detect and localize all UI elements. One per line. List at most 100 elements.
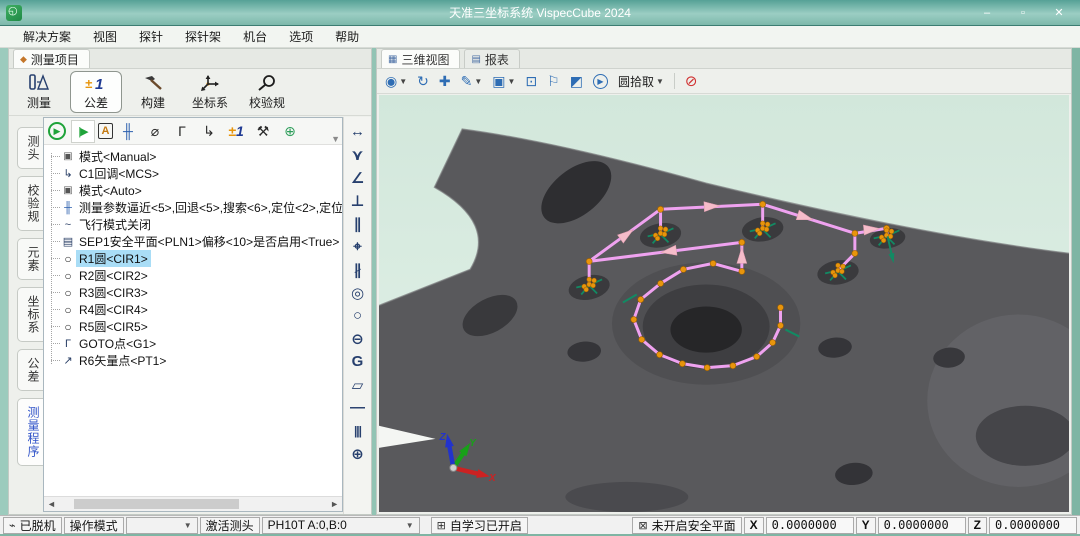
circle-icon: ○ (60, 252, 76, 266)
tree-toolbar-coordinate-button[interactable]: ↳ (197, 120, 221, 143)
tree-item-8[interactable]: ○R2圆<CIR2> (44, 267, 342, 284)
window-title: 天准三坐标系统 VispecCube 2024 (0, 4, 1080, 21)
gdt-flatness-button[interactable]: ▱ (346, 373, 370, 396)
measure-point (679, 361, 685, 367)
tree-item-9[interactable]: ○R3圆<CIR3> (44, 284, 342, 301)
menu-item-7[interactable]: 帮助 (324, 26, 370, 47)
view3d-toolbar: ◉▼ ↻ ✚ ✎▼ ▣▼ ⊡ ⚐ ◩ ▶ 圆拾取▼ ⊘ (377, 69, 1071, 94)
tree-toolbar-label-mode-button[interactable]: A (98, 123, 113, 139)
gdt-position-button[interactable]: ⌖ (346, 235, 370, 258)
tree-item-label: GOTO点<G1> (76, 335, 159, 352)
gdt-concentricity-button[interactable]: ◎ (346, 281, 370, 304)
tree-toolbar-measure-button[interactable]: ⌀ (143, 120, 167, 143)
op-mode-select[interactable]: ▼ (126, 517, 198, 534)
offline-status: ⌁ 已脱机 (3, 517, 62, 534)
menu-item-3[interactable]: 探针 (128, 26, 174, 47)
scroll-right-icon[interactable]: ► (330, 499, 339, 509)
ribbon-tolerance-button[interactable]: ±1公差 (70, 71, 122, 113)
ribbon-measure-button[interactable]: 测量 (13, 71, 65, 113)
gdt-inclination-button[interactable]: ∦ (346, 258, 370, 281)
minimize-button[interactable]: – (980, 7, 994, 19)
menu-item-4[interactable]: 探针架 (174, 26, 232, 47)
tree-toolbar-goto-button[interactable]: Γ (170, 120, 194, 143)
gdt-distance-button[interactable]: ↔ (346, 120, 370, 143)
tab-report[interactable]: ▤报表 (464, 49, 519, 68)
toolbar-overflow-button[interactable]: ▼ (331, 134, 340, 144)
menu-bar: 解决方案视图探针探针架机台选项帮助 (0, 26, 1080, 48)
menu-item-1[interactable]: 解决方案 (12, 26, 82, 47)
sidebar-tab-element[interactable]: 元素 (17, 238, 43, 280)
gdt-angularity-button[interactable]: ⋎ (346, 143, 370, 166)
gdt-symmetry-button[interactable]: ⊖ (346, 327, 370, 350)
tree-item-4[interactable]: ╫测量参数逼近<5>,回退<5>,搜索<6>,定位<2>,定位加<2>,测量..… (44, 199, 342, 216)
tree-toolbar-construct-button[interactable]: ⚒ (251, 120, 275, 143)
menu-item-5[interactable]: 机台 (232, 26, 278, 47)
tree-item-11[interactable]: ○R5圆<CIR5> (44, 318, 342, 335)
tree-toolbar-tolerance-button[interactable]: ±1 (224, 120, 248, 143)
tree-item-3[interactable]: ▣模式<Auto> (44, 182, 342, 199)
tree-toolbar-measure-params-button[interactable]: ╫ (116, 120, 140, 143)
horizontal-scrollbar[interactable]: ◄ ► (44, 496, 342, 511)
close-button[interactable]: ✕ (1052, 6, 1066, 19)
view-auto-run-button[interactable]: ▶ (593, 74, 608, 89)
gdt-cylindricity-button[interactable]: G (346, 350, 370, 373)
tree-item-6[interactable]: ▤SEP1安全平面<PLN1>偏移<10>是否启用<True> (44, 233, 342, 250)
tree-toolbar-run-button[interactable]: ▶ (48, 122, 66, 140)
tab-measure-project[interactable]: ◆ 测量项目 (13, 49, 90, 68)
gdt-straightness-button[interactable]: — (346, 396, 370, 419)
sidebar-tab-gauge[interactable]: 校验规 (17, 176, 43, 231)
active-probe-select[interactable]: PH10T A:0,B:0 ▼ (262, 517, 420, 534)
sidebar-tab-program[interactable]: 测量程序 (17, 398, 43, 466)
tree-branch-line (51, 241, 60, 242)
mode-icon: ▣ (60, 151, 76, 162)
gdt-total-runout-button[interactable]: ⊕ (346, 442, 370, 465)
view-circle-pick-button[interactable]: 圆拾取▼ (618, 73, 664, 90)
view-rotate-button[interactable]: ↻ (417, 73, 429, 90)
tree-item-2[interactable]: ↳C1回调<MCS> (44, 165, 342, 182)
gdt-profile-button[interactable]: ||| (346, 419, 370, 442)
ribbon-coordinate-label: 坐标系 (192, 94, 228, 111)
menu-item-6[interactable]: 选项 (278, 26, 324, 47)
viewport-3d[interactable]: XYZ (379, 95, 1069, 512)
pan-icon: ✚ (439, 73, 451, 90)
gdt-roundness-button[interactable]: ○ (346, 304, 370, 327)
measure-point (657, 352, 663, 358)
view-pan-button[interactable]: ✚ (439, 73, 451, 90)
tree-item-7[interactable]: ○R1圆<CIR1> (44, 250, 342, 267)
ribbon-coordinate-button[interactable]: 坐标系 (184, 71, 236, 113)
scene-3d: XYZ (379, 95, 1069, 512)
view-zoom-fit-button[interactable]: ⊡ (525, 73, 537, 90)
ribbon-construct-button[interactable]: 构建 (127, 71, 179, 113)
tree-item-5[interactable]: ~飞行模式关闭 (44, 216, 342, 233)
view-cube-view-button[interactable]: ▣▼ (492, 73, 515, 90)
ribbon-gauge-button[interactable]: 校验规 (241, 71, 293, 113)
gdt-angle-button[interactable]: ∠ (346, 166, 370, 189)
coord-axis-x-value: 0.0000000 (766, 517, 854, 534)
tree-toolbar-step-run-button[interactable]: |▶ (71, 120, 95, 143)
sidebar-tab-probe[interactable]: 测头 (17, 127, 43, 169)
view-locate-pin-button[interactable]: ⚐ (547, 73, 560, 90)
tree-item-1[interactable]: ▣模式<Manual> (44, 148, 342, 165)
sidebar-tab-tolerance[interactable]: 公差 (17, 349, 43, 391)
gdt-parallelism-button[interactable]: ∥ (346, 212, 370, 235)
tree-item-label: SEP1安全平面<PLN1>偏移<10>是否启用<True> (76, 233, 342, 250)
scrollbar-thumb[interactable] (74, 499, 239, 509)
view-sketch-button[interactable]: ✎▼ (461, 73, 483, 90)
tree-item-10[interactable]: ○R4圆<CIR4> (44, 301, 342, 318)
view-probe-disabled-button[interactable]: ⊘ (685, 72, 698, 90)
tree-branch-line (51, 224, 60, 225)
tree-item-12[interactable]: ΓGOTO点<G1> (44, 335, 342, 352)
tree-toolbar-probe-path-button[interactable]: ⊕ (278, 120, 302, 143)
maximize-button[interactable]: ▫ (1016, 7, 1030, 19)
view-window-select-button[interactable]: ◩ (570, 73, 583, 90)
tree-item-13[interactable]: ↗R6矢量点<PT1> (44, 352, 342, 369)
gdt-perpendicularity-button[interactable]: ⊥ (346, 189, 370, 212)
view-view-mode-button[interactable]: ◉▼ (385, 73, 407, 90)
menu-item-2[interactable]: 视图 (82, 26, 128, 47)
tab-view3d[interactable]: ▦三维视图 (381, 49, 460, 68)
ribbon-tolerance-label: 公差 (84, 94, 108, 111)
ribbon-measure-label: 测量 (27, 94, 51, 111)
scroll-left-icon[interactable]: ◄ (47, 499, 56, 509)
sidebar-tab-coordinate[interactable]: 坐标系 (17, 287, 43, 342)
svg-text:1: 1 (95, 76, 103, 92)
